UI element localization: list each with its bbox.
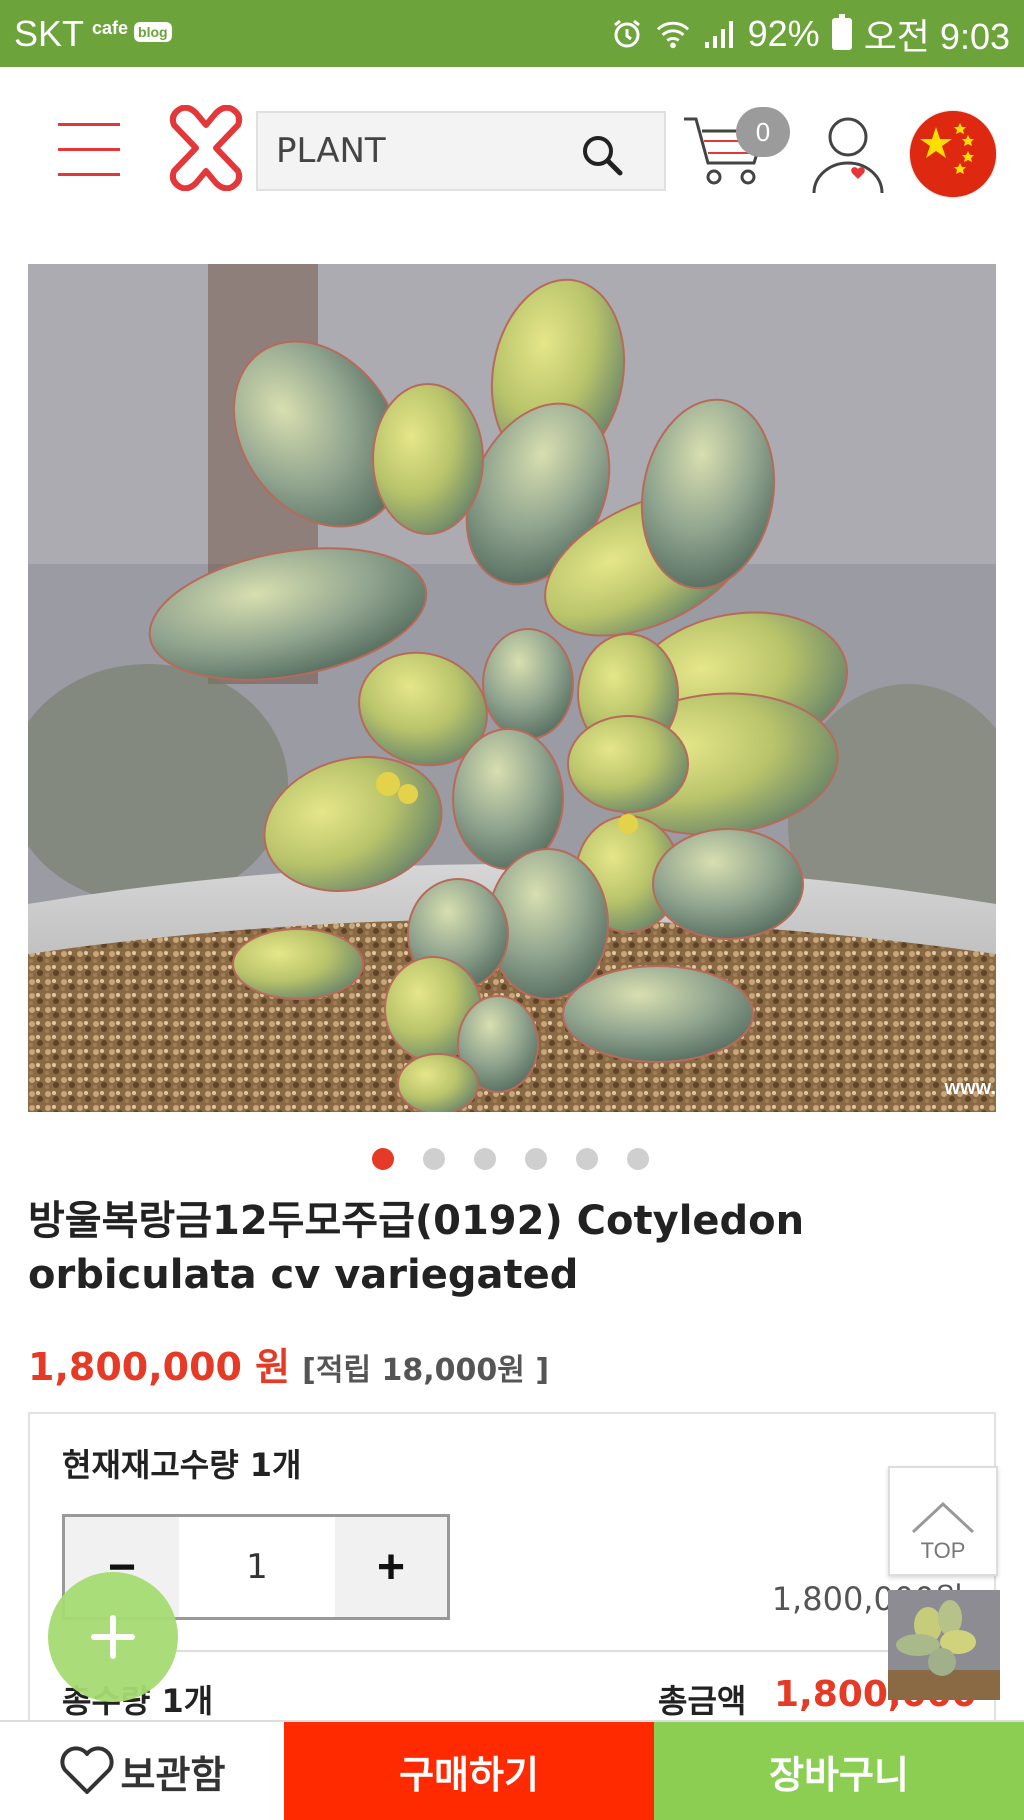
gallery-dot[interactable]	[525, 1148, 547, 1170]
chevron-up-icon	[911, 1501, 975, 1534]
clock: 오전 9:03	[863, 15, 1010, 57]
user-account-icon[interactable]	[810, 113, 886, 197]
signal-icon	[702, 17, 736, 51]
gallery-dot[interactable]	[474, 1148, 496, 1170]
wifi-icon	[656, 17, 690, 51]
search-icon[interactable]	[580, 133, 624, 177]
alarm-icon	[610, 17, 644, 51]
plus-icon	[91, 1615, 135, 1659]
product-price: 1,800,000 원	[28, 1345, 291, 1389]
product-image[interactable]: www.	[28, 264, 996, 1112]
increase-quantity-button[interactable]: +	[335, 1517, 447, 1617]
gallery-dot[interactable]	[627, 1148, 649, 1170]
hamburger-menu-icon[interactable]	[58, 123, 120, 179]
recent-view-thumbnail[interactable]	[888, 1590, 1000, 1700]
cart-count-badge: 0	[736, 107, 790, 157]
app-header: 0	[0, 67, 1024, 217]
top-label: TOP	[920, 1538, 966, 1563]
battery-percent: 92%	[747, 12, 820, 54]
buy-now-button[interactable]: 구매하기	[284, 1722, 654, 1820]
bottom-action-bar: 보관함 구매하기 장바구니	[0, 1720, 1024, 1820]
order-options-panel: 현재재고수량 1개 − 1 + 1,800,000원 총수량 1개 총금액 1,…	[28, 1412, 996, 1765]
total-amount-label: 총금액	[658, 1682, 747, 1720]
gallery-pagination	[0, 1148, 1024, 1172]
gallery-dot[interactable]	[576, 1148, 598, 1170]
product-title: 방울복랑금12두모주급(0192) Cotyledon orbiculata c…	[28, 1198, 805, 1298]
wishlist-label: 보관함	[120, 1752, 226, 1797]
price-row: 1,800,000 원 [적립 18,000원 ]	[28, 1336, 549, 1391]
china-flag-icon[interactable]	[910, 111, 996, 197]
scroll-to-top-button[interactable]: TOP	[888, 1466, 998, 1576]
reward-points: [적립 18,000원 ]	[302, 1353, 550, 1388]
status-icons: 92% 오전 9:03	[610, 8, 1010, 60]
add-to-cart-button[interactable]: 장바구니	[654, 1722, 1024, 1820]
gallery-dot[interactable]	[372, 1148, 394, 1170]
blog-badge: blog	[134, 21, 172, 42]
stock-quantity: 현재재고수량 1개	[62, 1446, 302, 1484]
floating-add-button[interactable]	[48, 1572, 178, 1702]
search-input[interactable]	[276, 125, 576, 177]
search-box[interactable]	[256, 111, 666, 191]
carrier-label: SKT	[14, 12, 85, 54]
site-logo[interactable]	[166, 104, 246, 192]
status-bar: SKT cafe blog 92% 오전 9:03	[0, 0, 1024, 67]
image-watermark: www.	[944, 1077, 996, 1099]
quantity-value[interactable]: 1	[179, 1517, 335, 1617]
divider	[62, 1650, 962, 1652]
gallery-dot[interactable]	[423, 1148, 445, 1170]
wishlist-button[interactable]: 보관함	[0, 1722, 284, 1820]
cafe-badge: cafe	[92, 18, 129, 38]
battery-icon	[831, 13, 852, 50]
heart-icon	[59, 1746, 114, 1794]
